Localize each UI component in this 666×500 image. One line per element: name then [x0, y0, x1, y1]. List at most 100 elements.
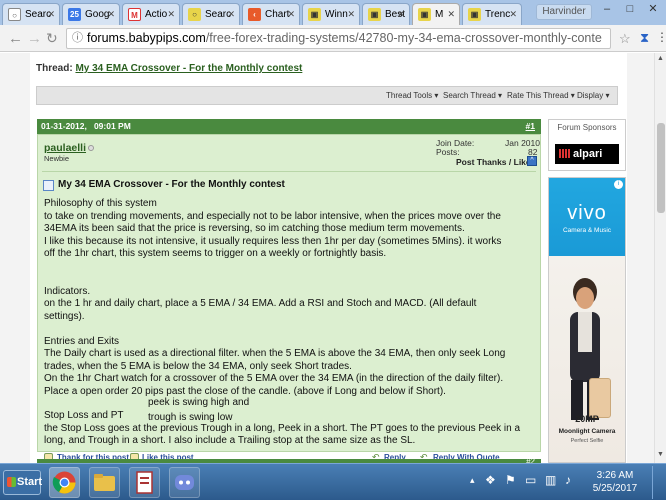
tab-winning[interactable]: ▣ Winn ✕ — [302, 3, 360, 25]
url-host: forums.babypips.com — [87, 31, 206, 45]
tab-trend[interactable]: ▣ Trenc ✕ — [462, 3, 522, 25]
post-title: My 34 EMA Crossover - For the Monthly co… — [58, 179, 285, 190]
tray-expand-icon[interactable]: ▴ — [470, 475, 475, 486]
star-icon[interactable]: ☆ — [619, 31, 631, 47]
chrome-taskbar-button[interactable] — [49, 467, 80, 498]
page-viewport: Thread: My 34 EMA Crossover - For the Mo… — [0, 53, 654, 463]
post-line: I like this because its not intensive, i… — [44, 235, 502, 247]
thread-tools-bar: Thread Tools ▾ Search Thread ▾ Rate This… — [36, 86, 618, 105]
tab-best[interactable]: ▣ Best ✕ — [362, 3, 410, 25]
thanks-toggle-icon[interactable]: ^ — [527, 156, 537, 166]
folder-icon — [94, 474, 115, 491]
search-thread-menu[interactable]: Search Thread ▾ — [443, 91, 502, 100]
ad-choices-icon[interactable]: i — [614, 180, 623, 189]
post-line: On the 1hr Chart watch for a crossover o… — [44, 373, 504, 384]
post-number-link[interactable]: #1 — [526, 119, 535, 134]
alpari-wordmark: alpari — [573, 148, 603, 160]
volume-icon[interactable]: ♪ — [565, 473, 571, 487]
author-link[interactable]: paulaelli — [44, 142, 86, 154]
scrollbar-thumb[interactable] — [657, 123, 665, 213]
menu-label: Rate This Thread — [507, 91, 569, 100]
post-line: to take on trending movements, and espec… — [44, 210, 501, 222]
close-icon[interactable]: ✕ — [397, 9, 405, 20]
tab-google-calendar[interactable]: 25 Goog ✕ — [62, 3, 120, 25]
post-line: Entries and Exits — [44, 335, 120, 347]
close-icon[interactable]: ✕ — [167, 9, 175, 20]
tab-search-1[interactable]: ○ Searc ✕ — [2, 3, 60, 25]
post-line: 34EMA its been said that the price is re… — [44, 223, 465, 234]
calendar-icon: 25 — [68, 8, 81, 21]
close-icon[interactable]: ✕ — [347, 9, 355, 20]
url-input[interactable]: ⓘ forums.babypips.com/free-forex-trading-… — [66, 28, 611, 49]
close-icon[interactable]: ✕ — [287, 9, 295, 20]
display-menu[interactable]: Display ▾ — [577, 91, 609, 100]
tab-chart[interactable]: ‹ Chart ✕ — [242, 3, 300, 25]
tab-label: Trenc — [485, 9, 511, 20]
close-icon[interactable]: ✕ — [447, 9, 455, 20]
windows-logo-icon — [7, 477, 16, 487]
app-taskbar-button[interactable] — [129, 467, 160, 498]
thread-title-link[interactable]: My 34 EMA Crossover - For the Monthly co… — [75, 63, 302, 74]
maximize-icon[interactable]: □ — [619, 2, 641, 18]
post-line: on the 1 hr and daily chart, place a 5 E… — [44, 298, 477, 309]
post-line: Indicators. — [44, 285, 91, 297]
menu-label: Display — [577, 91, 604, 100]
display-icon[interactable]: ▭ — [525, 473, 536, 487]
network-icon[interactable]: ▥ — [545, 473, 556, 487]
post-line: Philosophy of this system — [44, 198, 157, 209]
phone-image — [589, 378, 611, 418]
info-icon[interactable]: ⓘ — [72, 29, 83, 48]
tab-label: Chart — [265, 9, 290, 20]
forward-arrow-icon[interactable]: → — [27, 30, 42, 47]
post-line: the Stop Loss goes at the previous Troug… — [44, 422, 521, 434]
scroll-down-icon[interactable]: ▼ — [657, 451, 664, 458]
close-icon[interactable]: ✕ — [107, 9, 115, 20]
vivo-logo: vivo — [567, 202, 607, 224]
vivo-advertisement[interactable]: i vivo Camera & Music 20MP Moonlight Cam… — [548, 177, 626, 463]
clock-time: 3:26 AM — [596, 470, 634, 481]
flag-icon[interactable]: ⚑ — [505, 473, 516, 487]
discord-taskbar-button[interactable] — [169, 467, 200, 498]
clock-date: 5/25/2017 — [592, 483, 638, 494]
explorer-taskbar-button[interactable] — [89, 467, 120, 498]
dropbox-icon[interactable]: ❖ — [485, 473, 496, 487]
post-divider — [42, 171, 536, 172]
start-button[interactable]: Start — [3, 470, 42, 495]
tab-gmail[interactable]: M Actio ✕ — [122, 3, 180, 25]
forum-icon: ▣ — [468, 8, 481, 21]
post-time: 09:01 PM — [93, 121, 131, 131]
address-toolbar: ← → ↻ ⓘ forums.babypips.com/free-forex-tr… — [0, 25, 666, 52]
reload-icon[interactable]: ↻ — [46, 30, 58, 47]
rate-thread-menu[interactable]: Rate This Thread ▾ — [507, 91, 575, 100]
forum-icon: ▣ — [368, 8, 381, 21]
alpari-banner[interactable]: alpari — [555, 144, 619, 164]
forum-icon: ▣ — [418, 8, 431, 21]
post-line: long, and Trough in a short. I also incl… — [44, 435, 416, 446]
close-icon[interactable]: ✕ — [509, 9, 517, 20]
search-icon: ○ — [188, 8, 201, 21]
thread-title: Thread: My 34 EMA Crossover - For the Mo… — [36, 63, 302, 74]
forum-icon: ▣ — [308, 8, 321, 21]
minimize-icon[interactable]: – — [596, 2, 618, 18]
show-desktop-button[interactable] — [652, 466, 664, 499]
scroll-up-icon[interactable]: ▲ — [657, 55, 664, 62]
thread-tools-menu[interactable]: Thread Tools ▾ — [386, 91, 438, 100]
user-rank: Newbie — [44, 154, 70, 163]
offline-status-icon — [88, 145, 94, 151]
tab-search-2[interactable]: ○ Searc ✕ — [182, 3, 240, 25]
peek-annotation: peek is swing high and — [148, 397, 250, 408]
close-icon[interactable]: ✕ — [47, 9, 55, 20]
browser-tab-strip: ○ Searc ✕ 25 Goog ✕ M Actio ✕ ○ Searc ✕ ‹ Ch… — [0, 0, 666, 25]
clock[interactable]: 3:26 AM 5/25/2017 — [585, 469, 645, 495]
post-line: The Daily chart is used as a directional… — [44, 348, 506, 359]
menu-icon[interactable]: ⋮ — [656, 30, 666, 44]
close-icon[interactable]: ✕ — [227, 9, 235, 20]
extension-icon[interactable]: ⧗ — [640, 30, 649, 46]
profile-button[interactable]: Harvinder — [536, 4, 592, 20]
post-date: 01-31-2012, — [41, 121, 87, 131]
vertical-scrollbar[interactable]: ▲ ▼ — [654, 53, 666, 463]
document-app-icon — [136, 471, 153, 494]
back-arrow-icon[interactable]: ← — [8, 30, 23, 47]
tab-current-thread[interactable]: ▣ M ✕ — [412, 3, 460, 25]
close-window-icon[interactable]: ✕ — [642, 2, 664, 18]
